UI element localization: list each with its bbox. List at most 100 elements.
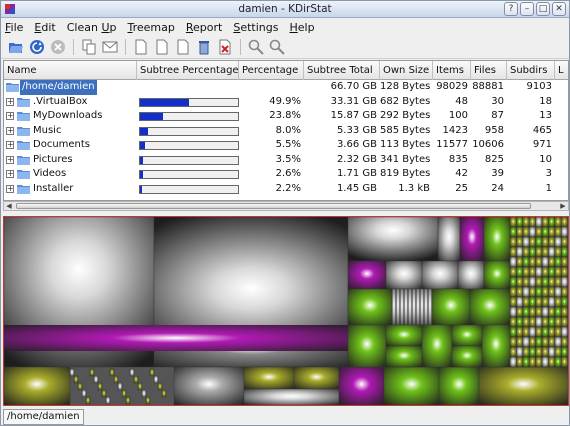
expand-icon[interactable]: + [6,184,14,193]
table-row[interactable]: + Pictures 3.5% 2.32 GB 341 Bytes 835 825 10 [4,153,568,168]
treemap-tile[interactable] [535,306,543,318]
treemap-tile[interactable] [529,306,536,318]
table-row[interactable]: + Installer 2.2% 1.45 GB 1.3 kB 25 24 1 [4,182,568,197]
treemap-tile[interactable] [548,266,556,278]
treemap-tile[interactable] [516,236,524,248]
treemap-tile[interactable] [561,217,568,228]
treemap-tile[interactable] [105,396,111,405]
treemap-tile[interactable] [438,366,480,405]
treemap-tile[interactable] [451,324,483,347]
treemap-tile[interactable] [554,356,562,368]
treemap-tile[interactable] [149,368,155,377]
treemap-tile[interactable] [561,286,568,298]
treemap-tile[interactable] [522,326,530,338]
treemap-tile[interactable] [554,326,562,338]
treemap-tile[interactable] [561,276,568,288]
treemap-tile[interactable] [548,296,556,308]
treemap-tile[interactable] [522,256,530,268]
treemap-tile[interactable] [457,260,485,290]
treemap-tile[interactable] [516,296,524,308]
treemap-tile[interactable] [516,306,524,318]
treemap-tile[interactable] [423,288,429,326]
treemap-tile[interactable] [481,324,511,368]
treemap-tile[interactable] [399,288,405,326]
treemap-tile[interactable] [529,256,536,268]
treemap-tile[interactable] [509,256,517,268]
treemap-tile[interactable] [469,288,511,326]
treemap-tile[interactable] [431,288,471,326]
treemap-tile[interactable] [347,217,439,262]
treemap-tile[interactable] [89,368,95,377]
treemap-tile[interactable] [529,217,536,228]
treemap-tile[interactable] [541,336,549,348]
open-folder-icon[interactable] [7,38,25,56]
treemap-tile[interactable] [395,288,401,326]
treemap-tile[interactable] [561,306,568,318]
copy-icon[interactable] [80,38,98,56]
treemap-tile[interactable] [561,326,568,338]
treemap-tile[interactable] [125,396,131,405]
treemap-tile[interactable] [541,266,549,278]
table-row[interactable]: + Music 8.0% 5.33 GB 585 Bytes 1423 958 465 [4,124,568,139]
treemap-tile[interactable] [554,256,562,268]
treemap-tile[interactable] [529,296,536,308]
treemap-tile[interactable] [516,256,524,268]
page-icon[interactable] [132,38,150,56]
page-icon[interactable] [153,38,171,56]
treemap-tile-mydownloads[interactable] [153,217,349,328]
treemap-tile[interactable] [516,346,524,358]
treemap-tile[interactable] [137,382,143,391]
treemap-tile[interactable] [522,296,530,308]
treemap-tile[interactable] [529,226,536,238]
expand-icon[interactable]: + [6,141,14,149]
expand-icon[interactable]: + [6,170,14,178]
treemap-tile[interactable] [548,226,556,238]
treemap-tile[interactable] [529,356,536,368]
treemap-tile[interactable] [516,246,524,258]
treemap-tile[interactable] [561,226,568,238]
treemap-tile[interactable] [347,260,387,290]
treemap-tile[interactable] [535,236,543,248]
treemap-tile[interactable] [93,375,99,384]
treemap-tile[interactable] [522,306,530,318]
treemap-tile[interactable] [541,296,549,308]
treemap-tile[interactable] [509,217,517,228]
treemap-tile[interactable] [157,382,163,391]
treemap-tile[interactable] [535,217,543,228]
treemap-tile-large-file[interactable] [4,325,348,351]
treemap-tile[interactable] [391,288,397,326]
treemap-tile[interactable] [541,226,549,238]
treemap-tile[interactable] [529,276,536,288]
treemap-tile[interactable] [561,266,568,278]
treemap-tile[interactable] [554,217,562,228]
treemap-tile[interactable] [529,236,536,248]
treemap-tile[interactable] [421,324,453,368]
menu-cleanup[interactable]: Clean Up [67,21,117,34]
treemap-tile[interactable] [437,217,461,262]
treemap-tile[interactable] [145,396,151,405]
treemap-tile[interactable] [541,286,549,298]
column-header-own-size[interactable]: Own Size [380,61,433,80]
treemap-tile[interactable] [548,316,556,328]
treemap-tile[interactable] [554,286,562,298]
treemap-tile[interactable] [243,366,295,390]
treemap-tile[interactable] [535,346,543,358]
treemap-tile[interactable] [548,246,556,258]
treemap-tile[interactable] [554,346,562,358]
table-row[interactable]: + .VirtualBox 49.9% 33.31 GB 682 Bytes 48 30 18 [4,95,568,110]
treemap-tile[interactable] [516,356,524,368]
treemap-tile[interactable] [117,382,123,391]
treemap-tile[interactable] [347,324,387,368]
treemap-tile[interactable] [516,217,524,228]
treemap-tile[interactable] [529,266,536,278]
treemap-tile[interactable] [509,346,517,358]
treemap-tile[interactable] [347,288,393,326]
treemap-tile[interactable] [535,256,543,268]
treemap-tile[interactable] [548,346,556,358]
treemap-tile[interactable] [173,366,245,405]
mail-icon[interactable] [101,38,119,56]
treemap-tile[interactable] [509,286,517,298]
treemap-tile[interactable] [561,346,568,358]
treemap-tile[interactable] [516,226,524,238]
treemap-tile[interactable] [522,316,530,328]
